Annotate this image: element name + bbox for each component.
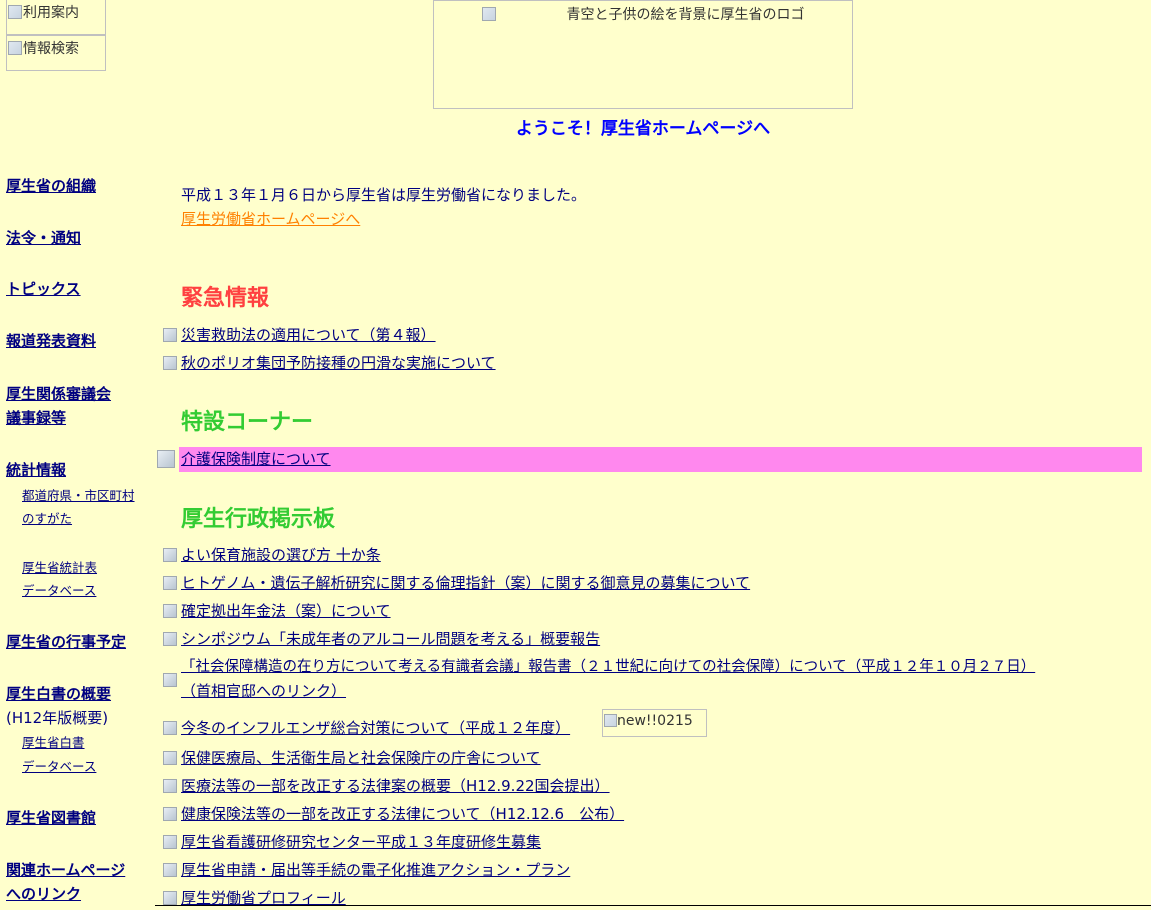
list-item: 秋のポリオ集団予防接種の円滑な実施について bbox=[163, 351, 496, 375]
bullet-holder bbox=[163, 668, 181, 692]
util-guide-image-link[interactable]: 利用案内 bbox=[6, 0, 106, 35]
bullet-icon bbox=[163, 779, 177, 793]
board-link[interactable]: 医療法等の一部を改正する法律案の概要（H12.9.22国会提出） bbox=[181, 777, 610, 795]
board-link[interactable]: よい保育施設の選び方 十か条 bbox=[181, 546, 381, 564]
urgent-link[interactable]: 災害救助法の適用について（第４報） bbox=[181, 326, 436, 344]
list-item: 保健医療局、生活衛生局と社会保険庁の庁舎について bbox=[163, 746, 541, 770]
bullet-icon bbox=[163, 356, 177, 370]
bullet-icon bbox=[163, 548, 177, 562]
sidebar-whitepaper-note: (H12年版概要) bbox=[6, 709, 109, 727]
bullet-icon bbox=[163, 891, 177, 905]
sidebar-item-press[interactable]: 報道発表資料 bbox=[6, 329, 96, 353]
list-item: 厚生省看護研修研究センター平成１３年度研修生募集 bbox=[163, 830, 541, 854]
broken-image-icon bbox=[481, 7, 496, 21]
logo-alt: 青空と子供の絵を背景に厚生省のロゴ bbox=[566, 7, 805, 23]
sidebar-subitem-prefecture-line2[interactable]: のすがた bbox=[22, 507, 72, 531]
info-search-image-link[interactable]: 情報検索 bbox=[6, 35, 106, 71]
sidebar-subitem-stats-db[interactable]: 厚生省統計表 bbox=[22, 556, 97, 580]
list-item: 「社会保障構造の在り方について考える有識者会議」報告書（２１世紀に向けての社会保… bbox=[163, 655, 1035, 679]
special-heading: 特設コーナー bbox=[181, 410, 314, 435]
sidebar-subitem-wp-db-line2[interactable]: データベース bbox=[22, 755, 96, 779]
sidebar-item-related[interactable]: 関連ホームページ bbox=[6, 858, 125, 882]
board-link-continuation[interactable]: （首相官邸へのリンク） bbox=[181, 682, 346, 700]
sidebar-item-statistics[interactable]: 統計情報 bbox=[6, 458, 66, 482]
board-link[interactable]: 確定拠出年金法（案）について bbox=[181, 602, 391, 620]
transition-notice: 平成１３年１月６日から厚生省は厚生労働省になりました。 bbox=[181, 186, 587, 204]
list-item: よい保育施設の選び方 十か条 bbox=[163, 543, 381, 567]
urgent-heading: 緊急情報 bbox=[181, 286, 270, 311]
sidebar-subitem-wp-db[interactable]: 厚生省白書 bbox=[22, 731, 85, 755]
list-item: シンポジウム「未成年者のアルコール問題を考える」概要報告 bbox=[163, 627, 600, 651]
bullet-icon bbox=[163, 576, 177, 590]
new-badge-alt: new!!0215 bbox=[617, 713, 693, 729]
list-item: 厚生労働省プロフィール bbox=[163, 886, 346, 910]
special-row: 介護保険制度について bbox=[157, 446, 1142, 472]
sidebar-subitem-stats-db-line2[interactable]: データベース bbox=[22, 579, 96, 603]
new-badge-image: new!!0215 bbox=[602, 709, 707, 737]
board-link[interactable]: 厚生省申請・届出等手続の電子化推進アクション・プラン bbox=[181, 861, 570, 879]
mhlw-homepage-link[interactable]: 厚生労働省ホームページへ bbox=[181, 207, 360, 231]
list-item-continuation: （首相官邸へのリンク） bbox=[181, 679, 346, 703]
bullet-icon bbox=[163, 673, 177, 687]
sidebar-item-council[interactable]: 厚生関係審議会 bbox=[6, 382, 111, 406]
sidebar-item-related-line2[interactable]: へのリンク bbox=[6, 882, 81, 906]
broken-image-icon bbox=[8, 5, 22, 19]
board-link[interactable]: 今冬のインフルエンザ総合対策について（平成１２年度） bbox=[181, 719, 570, 737]
list-item: 今冬のインフルエンザ総合対策について（平成１２年度） bbox=[163, 716, 570, 740]
sidebar-item-topics[interactable]: トピックス bbox=[6, 277, 81, 301]
bullet-icon bbox=[163, 604, 177, 618]
bullet-icon bbox=[163, 835, 177, 849]
sidebar-item-library[interactable]: 厚生省図書館 bbox=[6, 806, 96, 830]
welcome-title: ようこそ！厚生省ホームページへ bbox=[515, 119, 771, 139]
sidebar-item-council-line2[interactable]: 議事録等 bbox=[6, 406, 66, 430]
bullet-icon bbox=[163, 328, 177, 342]
bullet-icon bbox=[163, 807, 177, 821]
info-search-alt: 情報検索 bbox=[23, 41, 79, 57]
sidebar-item-organization[interactable]: 厚生省の組織 bbox=[6, 174, 96, 198]
bullet-icon bbox=[163, 721, 177, 735]
broken-image-icon bbox=[8, 41, 22, 55]
list-item: ヒトゲノム・遺伝子解析研究に関する倫理指針（案）に関する御意見の募集について bbox=[163, 571, 750, 595]
broken-image-icon bbox=[604, 714, 617, 727]
urgent-link[interactable]: 秋のポリオ集団予防接種の円滑な実施について bbox=[181, 354, 496, 372]
broken-image-icon bbox=[157, 450, 175, 468]
bullet-icon bbox=[163, 751, 177, 765]
board-link[interactable]: 「社会保障構造の在り方について考える有識者会議」報告書（２１世紀に向けての社会保… bbox=[181, 659, 1035, 675]
board-link[interactable]: 厚生省看護研修研究センター平成１３年度研修生募集 bbox=[181, 833, 541, 851]
bullet-icon bbox=[163, 632, 177, 646]
board-link[interactable]: ヒトゲノム・遺伝子解析研究に関する倫理指針（案）に関する御意見の募集について bbox=[181, 574, 750, 592]
logo-image: 青空と子供の絵を背景に厚生省のロゴ bbox=[433, 0, 853, 109]
sidebar-item-whitepaper[interactable]: 厚生白書の概要 bbox=[6, 682, 111, 706]
sidebar-subitem-prefecture[interactable]: 都道府県・市区町村 bbox=[22, 484, 135, 508]
board-link[interactable]: 健康保険法等の一部を改正する法律について（H12.12.6 公布） bbox=[181, 805, 624, 823]
bullet-icon bbox=[163, 863, 177, 877]
board-link[interactable]: 保健医療局、生活衛生局と社会保険庁の庁舎について bbox=[181, 749, 541, 767]
highlight-bar: 介護保険制度について bbox=[179, 447, 1142, 472]
list-item: 厚生省申請・届出等手続の電子化推進アクション・プラン bbox=[163, 858, 570, 882]
list-item: 健康保険法等の一部を改正する法律について（H12.12.6 公布） bbox=[163, 802, 624, 826]
util-guide-alt: 利用案内 bbox=[23, 5, 79, 21]
board-heading: 厚生行政掲示板 bbox=[181, 507, 336, 532]
special-link[interactable]: 介護保険制度について bbox=[181, 447, 331, 472]
sidebar-item-schedule[interactable]: 厚生省の行事予定 bbox=[6, 630, 126, 654]
list-item: 災害救助法の適用について（第４報） bbox=[163, 323, 436, 347]
sidebar-item-laws[interactable]: 法令・通知 bbox=[6, 226, 81, 250]
board-link[interactable]: シンポジウム「未成年者のアルコール問題を考える」概要報告 bbox=[181, 630, 600, 648]
list-item: 確定拠出年金法（案）について bbox=[163, 599, 391, 623]
list-item: 医療法等の一部を改正する法律案の概要（H12.9.22国会提出） bbox=[163, 774, 610, 798]
